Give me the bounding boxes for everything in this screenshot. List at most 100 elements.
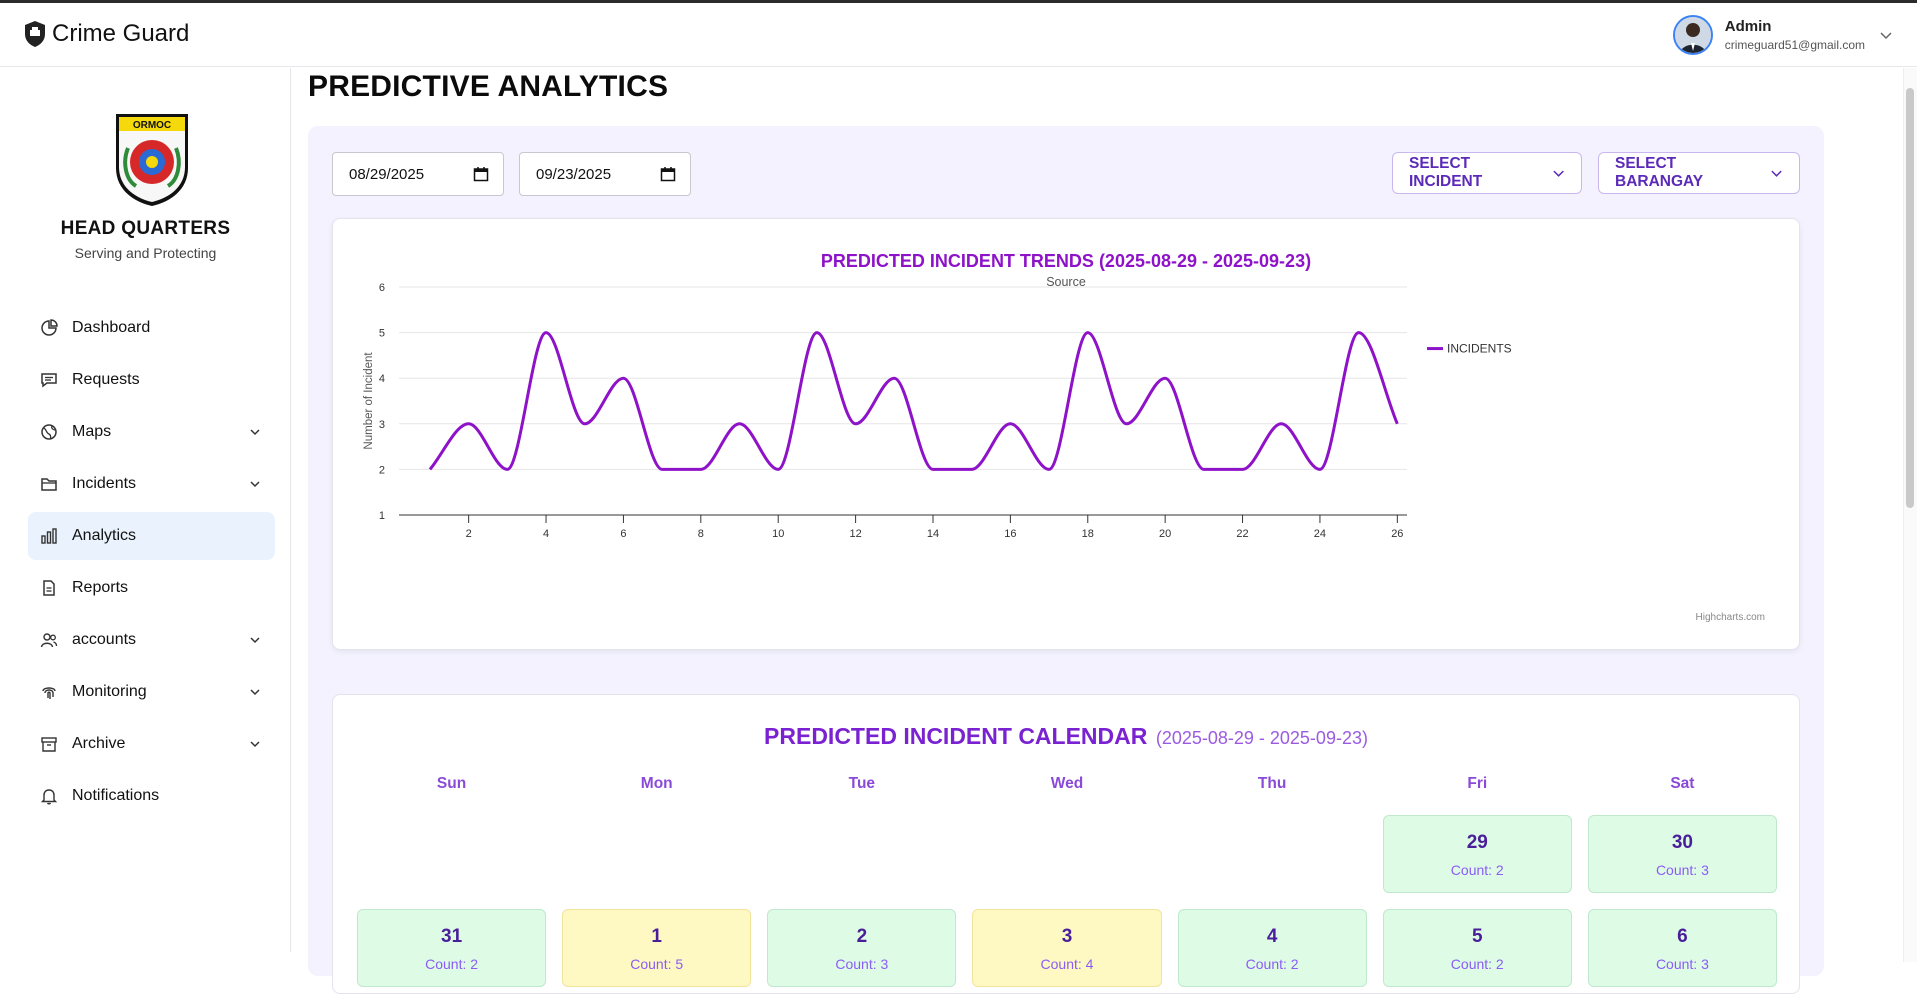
calendar-day[interactable]: 30 Count: 3 (1587, 815, 1777, 893)
x-tick-label: 14 (927, 528, 939, 540)
chevron-down-icon[interactable] (1879, 28, 1893, 42)
weekday-label: Wed (1050, 775, 1084, 792)
calendar-day[interactable]: 31 Count: 2 (357, 909, 547, 987)
calendar-day[interactable]: 1 Count: 5 (562, 909, 752, 987)
pie-chart-icon (41, 319, 58, 336)
message-icon (41, 373, 57, 388)
x-tick-label: 24 (1314, 528, 1326, 540)
day-number: 6 (1677, 926, 1688, 947)
calendar-empty-cell (972, 815, 1161, 893)
sidebar-item-dashboard[interactable]: Dashboard (28, 304, 275, 352)
end-date-value: 09/23/2025 (536, 165, 612, 183)
chevron-down-icon[interactable] (249, 478, 261, 490)
sidebar-item-label: Archive (72, 735, 126, 752)
bar-chart-icon (41, 528, 57, 544)
x-tick-label: 2 (466, 528, 472, 540)
sidebar-item-incidents[interactable]: Incidents (28, 460, 275, 508)
select-incident-dropdown[interactable]: SELECT INCIDENT (1392, 152, 1582, 194)
calendar-day[interactable]: 2 Count: 3 (767, 909, 957, 987)
weekday-label: Sat (1670, 775, 1695, 792)
brand[interactable]: Crime Guard (22, 19, 189, 49)
station-subtitle: Serving and Protecting (74, 245, 217, 261)
legend-label: INCIDENTS (1447, 342, 1512, 356)
day-number: 2 (856, 926, 868, 947)
sidebar-item-analytics[interactable]: Analytics (28, 512, 275, 560)
day-count: Count: 2 (1450, 862, 1504, 878)
chevron-down-icon[interactable] (249, 634, 261, 646)
page-scrollbar[interactable] (1903, 68, 1917, 962)
x-tick-label: 10 (772, 528, 784, 540)
archive-icon (41, 737, 57, 752)
ormoc-police-seal-icon: ORMOC (116, 114, 188, 206)
x-tick-label: 6 (620, 528, 626, 540)
calendar-icon[interactable] (660, 166, 676, 182)
user-menu[interactable]: Admin crimeguard51@gmail.com (1672, 15, 1893, 55)
day-grid: 29 Count: 2 30 Count: 3 31 Count: 2 1 Count: 5 2… (357, 815, 1777, 987)
main-content: PREDICTIVE ANALYTICS 08/29/2025 09/23/20… (292, 68, 1917, 994)
sidebar-item-label: accounts (72, 631, 137, 648)
x-tick-label: 26 (1391, 528, 1403, 540)
user-photo-icon (1674, 17, 1711, 53)
station-title: HEAD QUARTERS (60, 218, 231, 239)
trend-chart[interactable]: 1234562 4 6 8 10 12 14 16 18 20 22 24 26Number of In… (333, 219, 1801, 651)
day-count: Count: 5 (630, 956, 684, 972)
sidebar-item-label: Maps (72, 423, 112, 440)
day-number: 30 (1671, 832, 1693, 853)
avatar[interactable] (1672, 15, 1713, 55)
day-count: Count: 3 (1655, 956, 1709, 972)
calendar-empty-cell (562, 815, 751, 893)
day-number: 5 (1471, 926, 1483, 947)
sidebar-item-label: Dashboard (72, 319, 151, 336)
y-axis-title: Number of Incident (363, 352, 375, 450)
y-tick-label: 3 (379, 419, 385, 431)
document-icon (43, 580, 55, 596)
sidebar-item-notifications[interactable]: Notifications (28, 772, 275, 820)
calendar-empty-cell (357, 815, 546, 893)
calendar-day[interactable]: 5 Count: 2 (1382, 909, 1572, 987)
users-icon (40, 633, 58, 648)
calendar-day[interactable]: 4 Count: 2 (1177, 909, 1367, 987)
day-number: 4 (1266, 926, 1278, 947)
day-number: 3 (1061, 926, 1073, 947)
user-name: Admin (1724, 18, 1772, 35)
start-date-value: 08/29/2025 (349, 165, 425, 183)
sidebar-item-requests[interactable]: Requests (28, 356, 275, 404)
calendar-empty-cell (1178, 815, 1367, 893)
day-number: 29 (1466, 832, 1488, 853)
weekday-label: Thu (1257, 775, 1287, 792)
day-count: Count: 2 (425, 956, 479, 972)
calendar-day[interactable]: 3 Count: 4 (972, 909, 1162, 987)
app-name: Crime Guard (52, 20, 190, 47)
sidebar-nav: Dashboard Requests Maps Incidents Analyt… (28, 304, 275, 824)
sidebar-item-accounts[interactable]: accounts (28, 616, 275, 664)
police-badge-icon (25, 21, 45, 47)
chart-credits[interactable]: Highcharts.com (1696, 612, 1765, 623)
calendar-day[interactable]: 6 Count: 3 (1587, 909, 1777, 987)
chevron-down-icon[interactable] (249, 738, 261, 750)
scroll-thumb[interactable] (1906, 88, 1914, 508)
x-tick-label: 8 (698, 528, 704, 540)
y-tick-label: 5 (379, 328, 385, 340)
y-tick-label: 1 (379, 510, 385, 522)
weekday-label: Tue (848, 775, 876, 792)
start-date-input[interactable]: 08/29/2025 (332, 152, 504, 196)
day-number: 1 (651, 926, 662, 947)
end-date-input[interactable]: 09/23/2025 (519, 152, 691, 196)
calendar-icon[interactable] (473, 166, 489, 182)
sidebar-item-monitoring[interactable]: Monitoring (28, 668, 275, 716)
user-email: crimeguard51@gmail.com (1724, 38, 1865, 52)
sidebar-item-reports[interactable]: Reports (28, 564, 275, 612)
select-barangay-label: SELECT BARANGAY (1615, 155, 1704, 190)
calendar-empty-cell (767, 815, 956, 893)
chevron-down-icon[interactable] (249, 686, 261, 698)
calendar-day[interactable]: 29 Count: 2 (1382, 815, 1572, 893)
y-tick-label: 2 (379, 464, 385, 476)
y-tick-label: 4 (379, 373, 385, 385)
chevron-down-icon[interactable] (249, 426, 261, 438)
top-header: Crime Guard Admin crimeguard51@gmail.com (0, 3, 1917, 67)
sidebar-item-label: Reports (72, 579, 129, 596)
sidebar-item-archive[interactable]: Archive (28, 720, 275, 768)
sidebar-item-maps[interactable]: Maps (28, 408, 275, 456)
select-barangay-dropdown[interactable]: SELECT BARANGAY (1598, 152, 1800, 194)
globe-icon (41, 424, 57, 440)
